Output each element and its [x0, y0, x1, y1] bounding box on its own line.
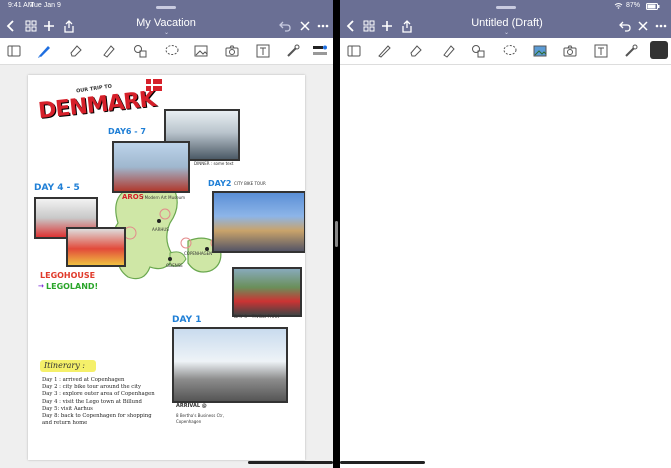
pen-color-picker-icon[interactable]: [310, 41, 330, 61]
label-legohouse: LEGOHOUSE: [40, 271, 96, 280]
undo-icon[interactable]: [276, 16, 294, 36]
photo-aros-museum: [112, 141, 190, 193]
notebook-page[interactable]: OUR TRIP TO DENMARK AARHUS COPENHAGEN OD…: [28, 75, 305, 460]
multitask-grabber[interactable]: [156, 6, 176, 9]
photo-nyhavn: [212, 191, 305, 253]
itinerary-line: and return home: [42, 420, 88, 427]
itinerary-title: Itinerary :: [44, 361, 85, 370]
itinerary-line: Day 2 : city bike tour around the city: [42, 384, 142, 391]
back-icon[interactable]: [2, 16, 20, 36]
heading-big: DENMARK: [37, 86, 157, 125]
add-icon[interactable]: [40, 16, 58, 36]
reader-mode-icon[interactable]: [344, 41, 364, 61]
color-swatch[interactable]: [650, 41, 668, 59]
add-icon[interactable]: [378, 16, 396, 36]
label-legoland: LEGOLAND!: [46, 282, 99, 291]
split-view-divider[interactable]: [335, 221, 338, 247]
image-tool-icon[interactable]: [530, 41, 550, 61]
right-nav-bar: Untitled (Draft) ⌄: [340, 16, 671, 36]
camera-tool-icon[interactable]: [560, 41, 580, 61]
close-icon[interactable]: [634, 16, 652, 36]
battery-icon: [646, 3, 660, 12]
blank-canvas[interactable]: [340, 65, 671, 468]
label-dinner: DINNER : some text: [194, 161, 234, 166]
label-aros-caption: / Modern Art Museum: [142, 195, 186, 200]
title-chevron-icon[interactable]: ⌄: [504, 29, 509, 36]
more-icon[interactable]: [652, 16, 670, 36]
title-chevron-icon[interactable]: ⌄: [164, 29, 169, 36]
left-pane: 9:41 AM Tue Jan 9 My Vacation ⌄ OUR TRIP…: [0, 0, 333, 468]
status-date: Tue Jan 9: [30, 2, 61, 9]
label-arrival: ARRIVAL @: [176, 403, 207, 409]
left-top-bar: 9:41 AM Tue Jan 9 My Vacation ⌄: [0, 0, 333, 38]
document-title[interactable]: Untitled (Draft): [460, 17, 554, 29]
map-label-copenhagen: COPENHAGEN: [184, 251, 213, 256]
multitask-grabber[interactable]: [496, 6, 516, 9]
label-day3: DAY 3 - TIVOLI PARK: [234, 315, 280, 320]
map-label-odense: ODENSE: [166, 263, 183, 268]
left-tool-bar: [0, 38, 333, 65]
lasso-tool-icon[interactable]: [162, 41, 182, 61]
share-icon[interactable]: [398, 16, 416, 36]
label-day1: DAY 1: [172, 315, 202, 325]
undo-icon[interactable]: [616, 16, 634, 36]
highlighter-tool-icon[interactable]: [438, 41, 458, 61]
itinerary-line: Day 8: back to Copenhagen for shopping: [42, 413, 152, 420]
eraser-tool-icon[interactable]: [66, 41, 86, 61]
itinerary-line: Day 1 : arrived at Copenhagen: [42, 377, 125, 383]
document-title[interactable]: My Vacation: [126, 17, 206, 29]
status-battery: 87%: [626, 2, 641, 9]
camera-tool-icon[interactable]: [222, 41, 242, 61]
wifi-icon: [614, 2, 623, 11]
pen-tool-icon[interactable]: [374, 41, 394, 61]
right-top-bar: 87% Untitled (Draft) ⌄: [340, 0, 671, 38]
photo-tivoli: [232, 267, 302, 317]
denmark-flag-icon: [146, 79, 162, 91]
arrow-icon: →: [38, 282, 44, 290]
label-day45: DAY 4 - 5: [34, 183, 80, 193]
image-tool-icon[interactable]: [191, 41, 211, 61]
itinerary-line: Day 3 : explore outer area of Copenhagen: [42, 391, 155, 398]
highlighter-tool-icon[interactable]: [98, 41, 118, 61]
text-tool-icon[interactable]: [253, 41, 273, 61]
more-icon[interactable]: [314, 16, 332, 36]
close-icon[interactable]: [296, 16, 314, 36]
label-arrival-sub: 8 Bertha's Business Ctr, Copenhagen: [176, 413, 224, 424]
itinerary-line: Day 4 : visit the Lego town at Billund: [42, 398, 142, 405]
label-aros: AROS: [122, 193, 144, 201]
photo-lego-room: [66, 227, 126, 267]
label-day2: DAY2: [208, 179, 232, 188]
laser-pointer-icon[interactable]: [621, 41, 641, 61]
text-tool-icon[interactable]: [591, 41, 611, 61]
laser-pointer-icon[interactable]: [283, 41, 303, 61]
reader-mode-icon[interactable]: [4, 41, 24, 61]
share-icon[interactable]: [60, 16, 78, 36]
lasso-tool-icon[interactable]: [500, 41, 520, 61]
shapes-tool-icon[interactable]: [130, 41, 150, 61]
right-tool-bar: [340, 38, 671, 65]
page-area[interactable]: OUR TRIP TO DENMARK AARHUS COPENHAGEN OD…: [0, 65, 333, 468]
shapes-tool-icon[interactable]: [468, 41, 488, 61]
itinerary-line: Day 5: visit Aarhus: [42, 405, 93, 412]
back-icon[interactable]: [342, 16, 360, 36]
right-pane: 87% Untitled (Draft) ⌄: [340, 0, 671, 468]
label-day67: DAY6 - 7: [108, 127, 146, 136]
itinerary-list: Day 1 : arrived at Copenhagen Day 2 : ci…: [42, 377, 155, 427]
label-bike: CITY BIKE TOUR: [234, 181, 266, 186]
photo-day1-building: [172, 327, 288, 403]
map-label-aarhus: AARHUS: [152, 227, 169, 232]
pen-tool-icon[interactable]: [34, 41, 54, 61]
home-indicator-right: [340, 461, 425, 464]
eraser-tool-icon[interactable]: [406, 41, 426, 61]
grid-view-icon[interactable]: [360, 16, 378, 36]
left-nav-bar: My Vacation ⌄: [0, 16, 333, 36]
grid-view-icon[interactable]: [22, 16, 40, 36]
home-indicator-left: [248, 461, 333, 464]
